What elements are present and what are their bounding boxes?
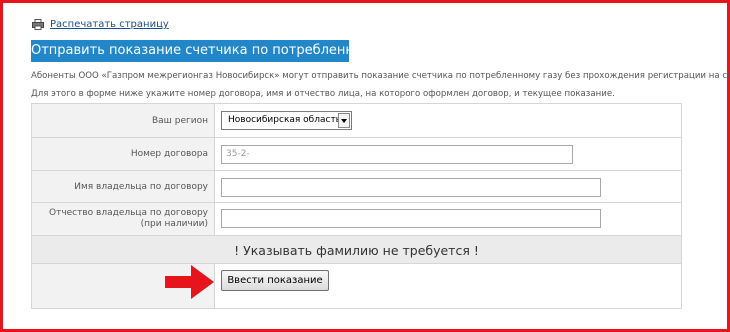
region-select-value: Новосибирская область	[228, 115, 341, 125]
warning-row: ! Указывать фамилию не требуется !	[32, 236, 681, 264]
printer-icon	[32, 19, 44, 30]
patronymic-label-line1: Отчество владельца по договору	[49, 208, 208, 218]
contract-label: Номер договора	[130, 149, 208, 159]
region-row: Ваш регион Новосибирская область	[32, 104, 681, 138]
enter-reading-button[interactable]: Ввести показание	[221, 270, 329, 291]
first-name-label: Имя владельца по договору	[74, 182, 208, 192]
region-label-cell: Ваш регион	[32, 104, 215, 137]
contract-number-input[interactable]: 35-2-	[221, 145, 573, 164]
print-row[interactable]: Распечатать страницу	[32, 19, 169, 30]
patronymic-label-line2: (при наличии)	[140, 219, 208, 229]
patronymic-row: Отчество владельца по договору (при нали…	[32, 203, 681, 236]
print-page-link[interactable]: Распечатать страницу	[50, 19, 169, 30]
red-arrow-icon	[165, 265, 214, 299]
chevron-down-icon[interactable]	[338, 113, 350, 128]
region-select[interactable]: Новосибирская область	[221, 111, 352, 130]
region-label: Ваш регион	[151, 116, 208, 126]
patronymic-input[interactable]	[221, 209, 601, 228]
contract-label-cell: Номер договора	[32, 138, 215, 170]
patronymic-label: Отчество владельца по договору (при нали…	[49, 208, 208, 230]
first-name-input[interactable]	[221, 178, 601, 197]
meter-form-table: Ваш регион Новосибирская область Номер д…	[31, 103, 682, 309]
submit-row: Ввести показание	[32, 264, 681, 308]
first-name-row: Имя владельца по договору	[32, 171, 681, 203]
first-name-label-cell: Имя владельца по договору	[32, 171, 215, 202]
patronymic-label-cell: Отчество владельца по договору (при нали…	[32, 203, 215, 235]
intro-line-2: Для этого в форме ниже укажите номер дог…	[31, 89, 615, 99]
submit-meter-reading-header-button[interactable]: Отправить показание счетчика по потребле…	[31, 40, 413, 62]
intro-line-1: Абоненты ООО «Газпром межрегионгаз Новос…	[31, 71, 730, 81]
no-surname-warning: ! Указывать фамилию не требуется !	[234, 243, 479, 258]
contract-row: Номер договора 35-2-	[32, 138, 681, 171]
